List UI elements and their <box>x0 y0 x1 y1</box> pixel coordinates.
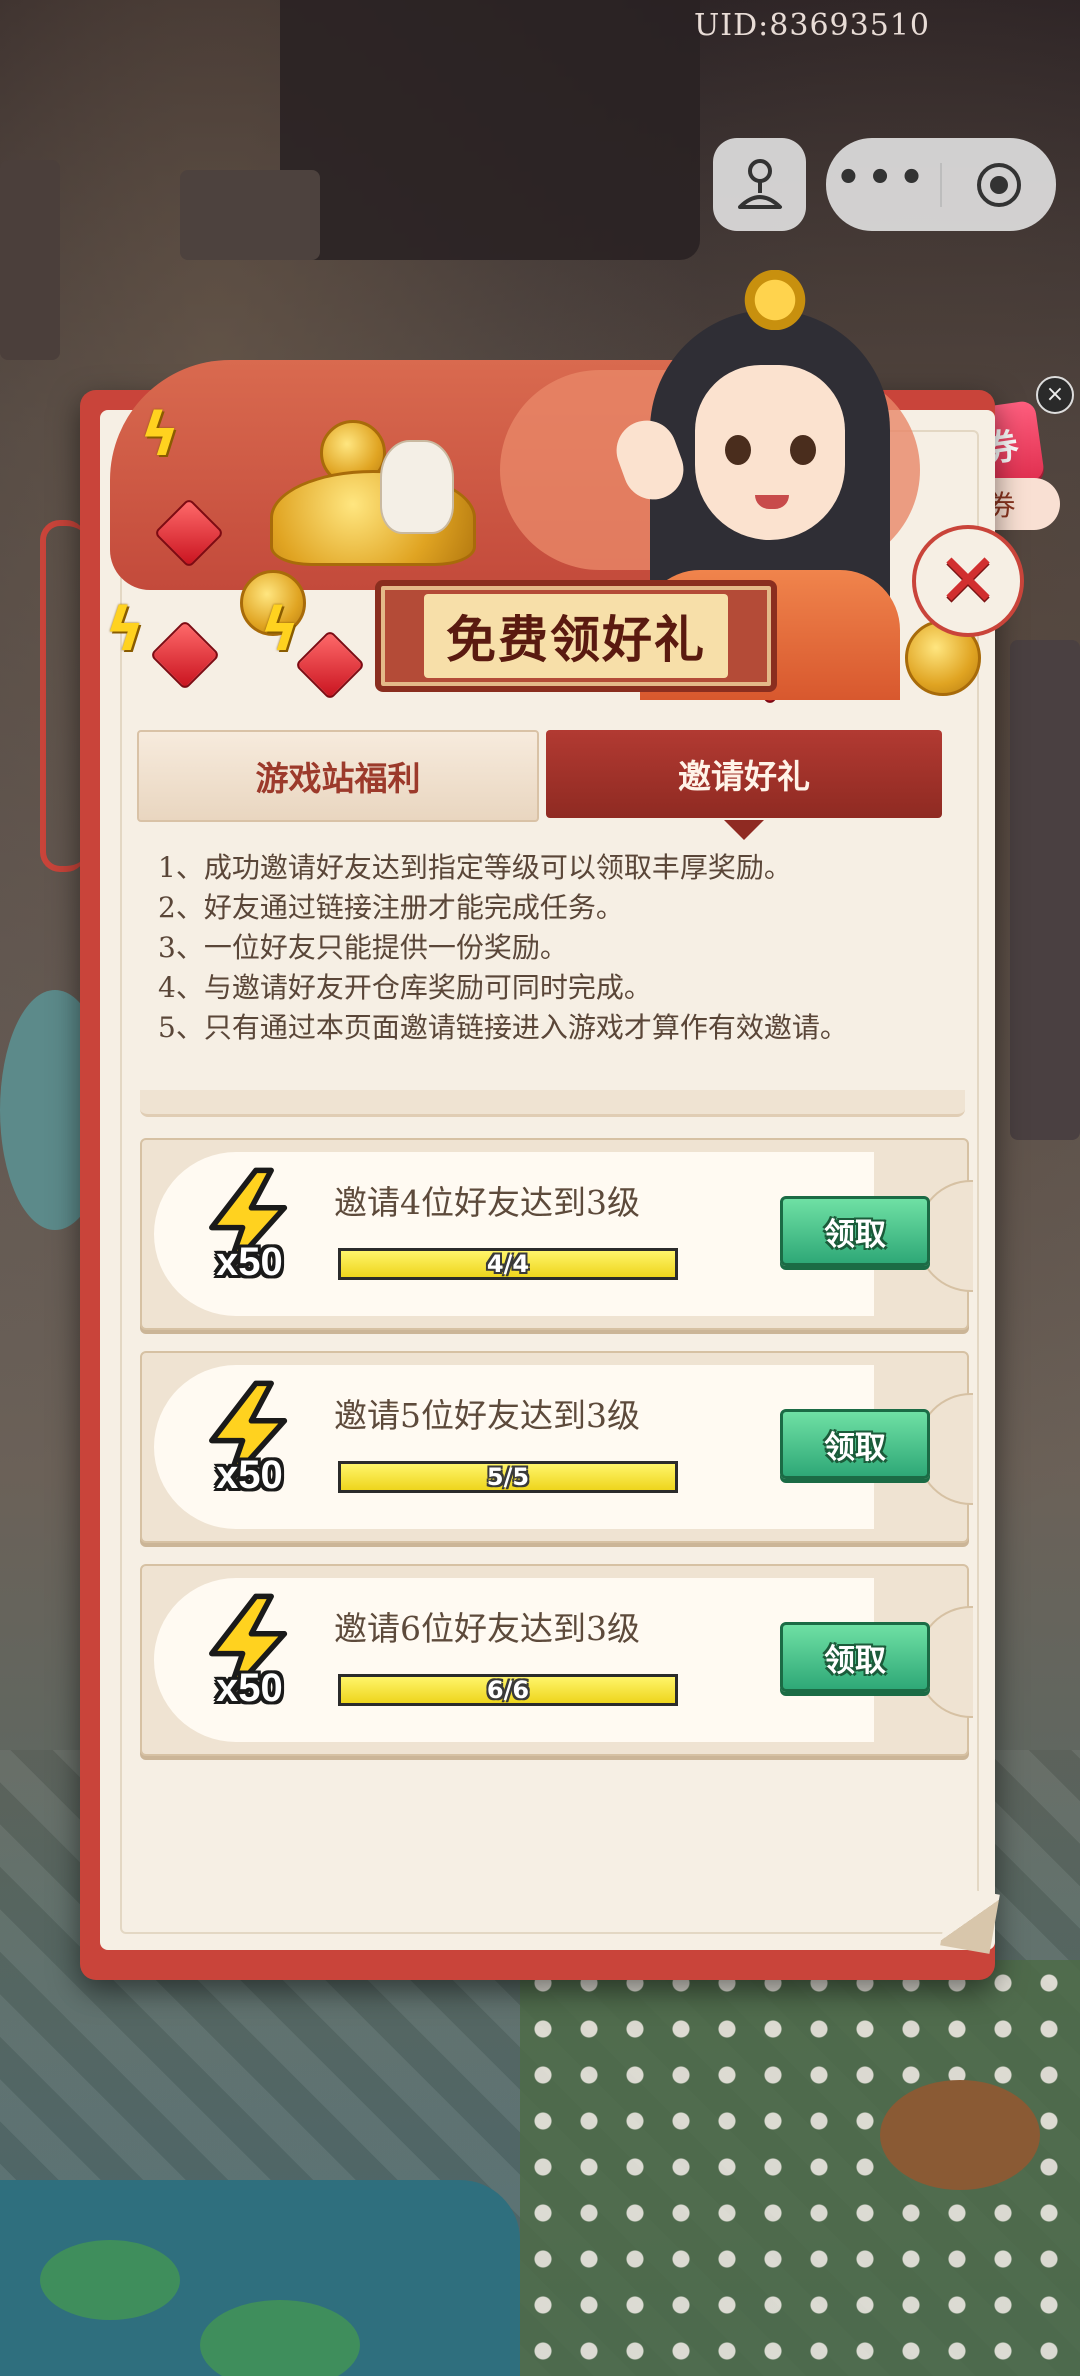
record-target-icon <box>977 162 1021 207</box>
coupon-close-icon[interactable]: × <box>1036 376 1074 414</box>
game-center-button[interactable] <box>713 138 806 231</box>
capsule-menu: ••• <box>826 138 1056 231</box>
claim-button[interactable]: 领取 <box>780 1196 930 1266</box>
claim-button[interactable]: 领取 <box>780 1409 930 1479</box>
lily-pad <box>40 2240 180 2320</box>
person-joystick-icon <box>737 158 782 209</box>
crown-icon <box>735 270 815 330</box>
progress-text: 4/4 <box>486 1250 530 1278</box>
more-dots-icon: ••• <box>835 154 931 201</box>
tab-invite-gifts[interactable]: 邀请好礼 <box>546 730 942 840</box>
more-button[interactable]: ••• <box>826 138 940 231</box>
task-title: 邀请4位好友达到3级 <box>334 1183 640 1222</box>
rule-item: 2、好友通过链接注册才能完成任务。 <box>158 891 624 924</box>
close-icon: ✕ <box>936 538 999 624</box>
uid-label: UID:83693510 <box>694 8 930 43</box>
reward-amount: x50 <box>216 1666 283 1710</box>
right-shelf <box>1010 640 1080 1140</box>
scroll-corner <box>940 1886 1000 1954</box>
rules-list: 1、成功邀请好友达到指定等级可以领取丰厚奖励。 2、好友通过链接注册才能完成任务… <box>158 848 938 1048</box>
exit-button[interactable] <box>942 138 1056 231</box>
rule-item: 1、成功邀请好友达到指定等级可以领取丰厚奖励。 <box>158 851 792 884</box>
progress-text: 6/6 <box>486 1676 530 1704</box>
lightning-deco-icon: ϟ <box>140 400 180 470</box>
rules-divider <box>140 1090 965 1117</box>
lightning-deco-icon: ϟ <box>260 595 300 665</box>
claim-button[interactable]: 领取 <box>780 1622 930 1692</box>
progress-text: 5/5 <box>486 1463 530 1491</box>
rule-item: 4、与邀请好友开仓库奖励可同时完成。 <box>158 971 652 1004</box>
tree-stump-table <box>880 2080 1040 2190</box>
task-card: x50 邀请6位好友达到3级 6/6 领取 <box>140 1564 973 1756</box>
fence-post <box>0 160 60 360</box>
porcelain-vase <box>380 440 454 534</box>
rule-item: 5、只有通过本页面邀请链接进入游戏才算作有效邀请。 <box>158 1011 848 1044</box>
modal-title: 免费领好礼 <box>424 594 728 678</box>
task-card: x50 邀请5位好友达到3级 5/5 领取 <box>140 1351 973 1543</box>
building-roof <box>280 0 700 260</box>
task-title: 邀请5位好友达到3级 <box>334 1396 640 1435</box>
task-title: 邀请6位好友达到3级 <box>334 1609 640 1648</box>
progress-bar: 5/5 <box>338 1461 678 1493</box>
rule-item: 3、一位好友只能提供一份奖励。 <box>158 931 568 964</box>
task-card: x50 邀请4位好友达到3级 4/4 领取 <box>140 1138 973 1330</box>
reward-amount: x50 <box>216 1453 283 1497</box>
progress-bar: 6/6 <box>338 1674 678 1706</box>
tab-game-station-benefits[interactable]: 游戏站福利 <box>137 730 539 822</box>
modal-close-button[interactable]: ✕ <box>912 525 1024 637</box>
progress-bar: 4/4 <box>338 1248 678 1280</box>
lightning-deco-icon: ϟ <box>105 595 145 665</box>
wooden-rail <box>180 170 320 260</box>
modal-title-plate: 免费领好礼 <box>375 580 777 692</box>
reward-amount: x50 <box>216 1240 283 1284</box>
